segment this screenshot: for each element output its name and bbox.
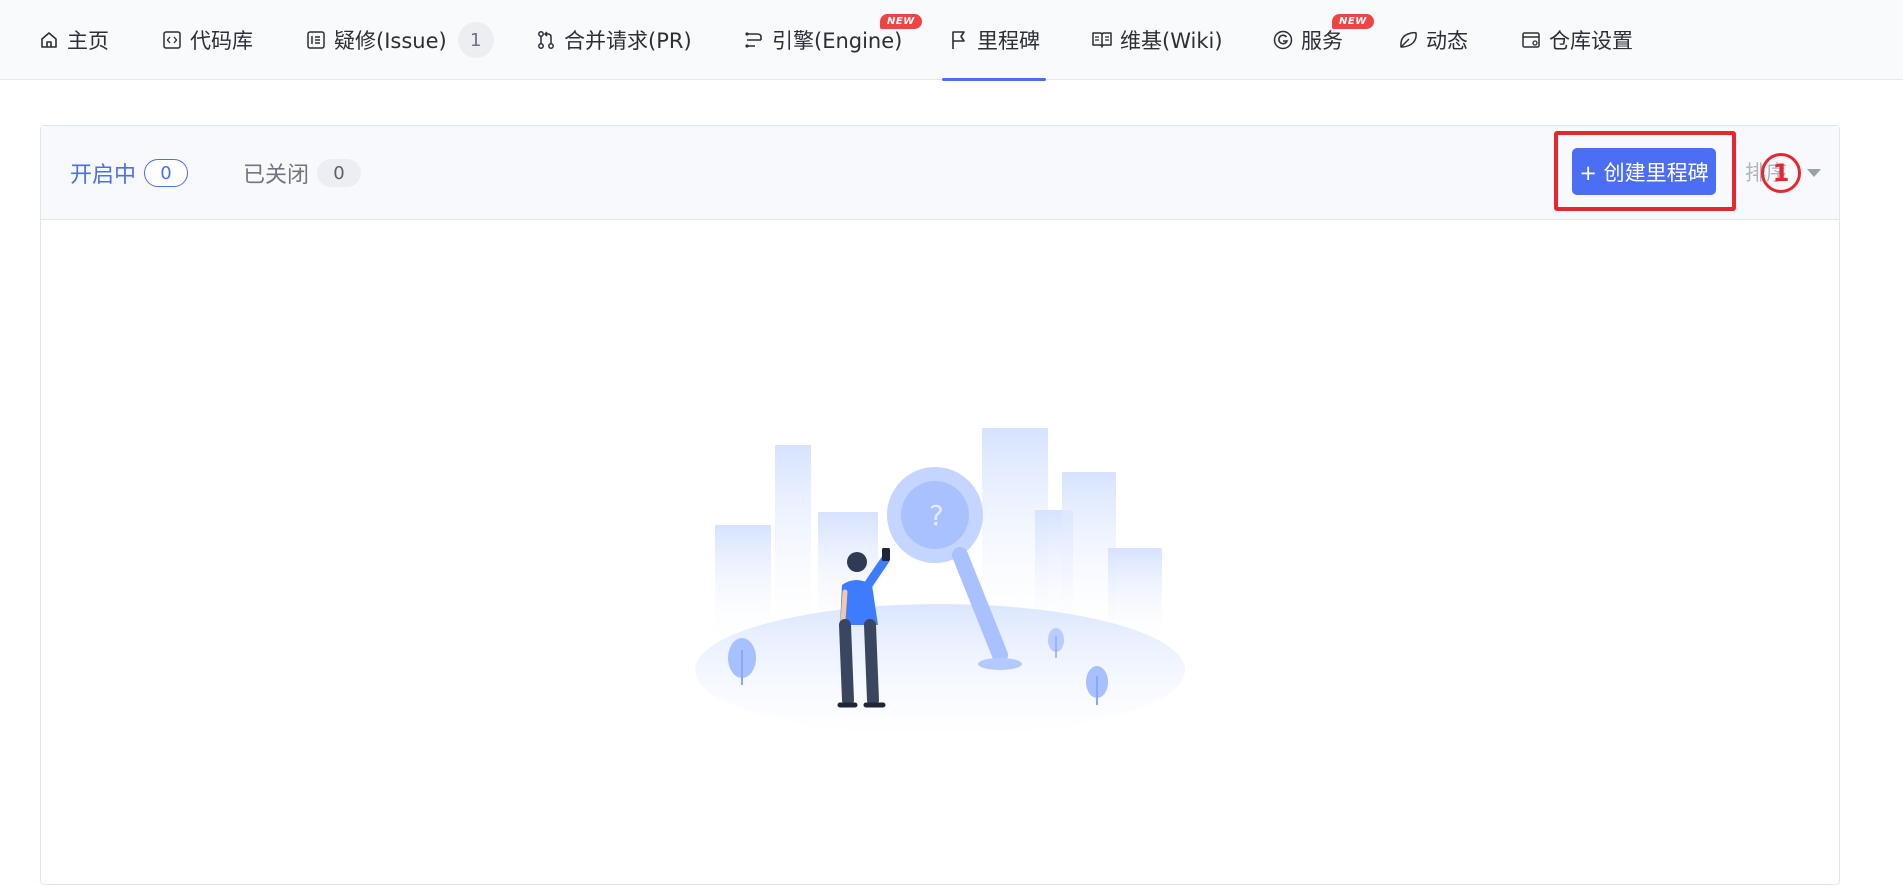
nav-item-label: 主页: [67, 29, 109, 53]
nav-item-home[interactable]: 主页: [38, 0, 109, 80]
nav-item-label: 引擎(Engine): [772, 29, 903, 53]
code-icon: [163, 31, 181, 49]
nav-item-milestone[interactable]: 里程碑: [942, 0, 1046, 81]
nav-item-label: 里程碑: [977, 29, 1040, 53]
nav-item-label: 疑修(Issue): [334, 29, 447, 53]
step-marker: 1: [1761, 153, 1801, 193]
empty-state-illustration: ?: [695, 428, 1185, 736]
nav-item-engine[interactable]: 引擎(Engine) NEW: [743, 0, 922, 80]
highlight-box: [1554, 131, 1736, 211]
pull-request-icon: [538, 31, 554, 49]
nav-item-label: 服务: [1301, 29, 1343, 53]
issue-count-badge: 1: [457, 22, 494, 58]
filter-open-tab[interactable]: 开启中 0: [70, 126, 189, 220]
nav-item-label: 代码库: [190, 29, 253, 53]
service-icon: [1273, 30, 1293, 50]
chevron-down-icon: [1807, 168, 1821, 177]
ground-ellipse: [695, 604, 1185, 736]
new-badge: NEW: [1332, 14, 1374, 29]
nav-item-settings[interactable]: 仓库设置: [1520, 0, 1633, 80]
engine-icon: [745, 32, 762, 48]
nav-item-wiki[interactable]: 维基(Wiki): [1091, 0, 1223, 80]
book-icon: [1092, 32, 1112, 48]
filter-closed-label: 已关闭: [243, 163, 310, 188]
nav-item-label: 维基(Wiki): [1120, 29, 1223, 53]
filter-closed-tab[interactable]: 已关闭 0: [243, 126, 362, 220]
nav-item-label: 合并请求(PR): [564, 29, 692, 53]
open-count-badge: 0: [144, 159, 189, 187]
flag-icon: [952, 31, 965, 49]
nav-item-pr[interactable]: 合并请求(PR): [535, 0, 692, 80]
filter-open-label: 开启中: [70, 163, 137, 188]
settings-icon: [1522, 32, 1540, 48]
activity-icon: [1400, 31, 1417, 48]
home-icon: [41, 32, 57, 48]
nav-item-code[interactable]: 代码库: [161, 0, 253, 80]
nav-item-label: 动态: [1426, 29, 1468, 53]
nav-item-issue[interactable]: 疑修(Issue) 1: [305, 0, 494, 80]
new-badge: NEW: [880, 14, 922, 29]
closed-count-badge: 0: [317, 159, 362, 187]
svg-text:?: ?: [929, 499, 944, 532]
nav-item-service[interactable]: 服务 NEW: [1272, 0, 1374, 80]
repo-nav: 主页 代码库 疑修(Issue) 1 合并请求(PR) 引擎(Engine) N…: [0, 0, 1903, 81]
nav-item-label: 仓库设置: [1549, 29, 1633, 53]
nav-item-activity[interactable]: 动态: [1397, 0, 1468, 80]
issue-icon: [307, 31, 325, 49]
